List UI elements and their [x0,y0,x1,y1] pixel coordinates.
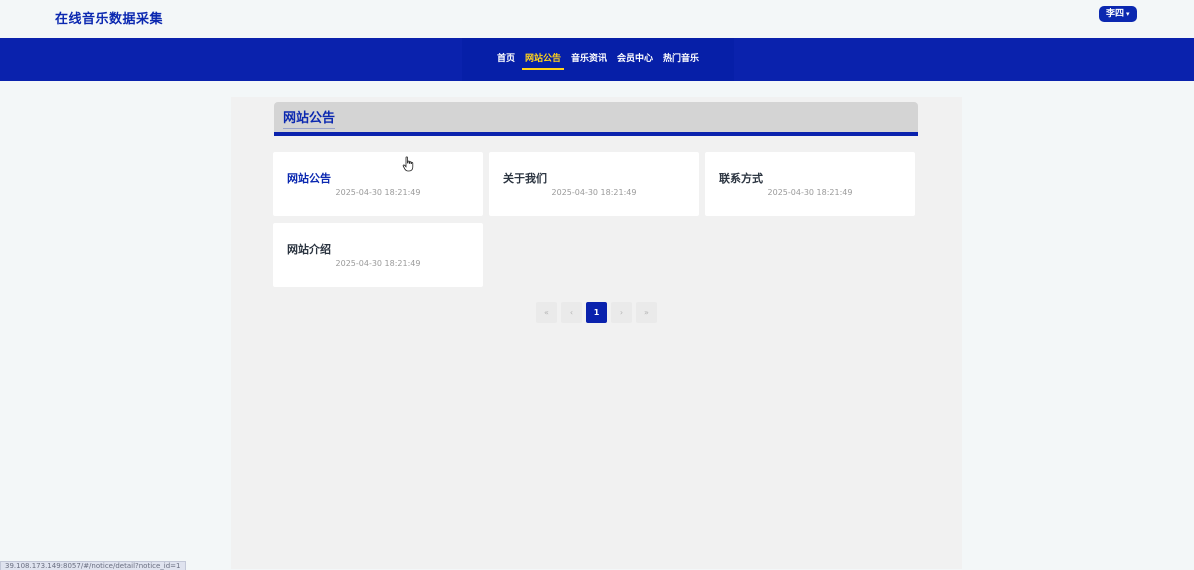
notice-date: 2025-04-30 18:21:49 [335,188,421,197]
main-navbar: 首页 网站公告 音乐资讯 会员中心 热门音乐 [0,38,1194,81]
nav-item-hot-music[interactable]: 热门音乐 [658,38,704,81]
hand-cursor-icon [402,156,414,172]
section-title: 网站公告 [283,107,336,129]
user-name: 李四 [1106,9,1125,19]
nav-item-music-news[interactable]: 音乐资讯 [566,38,612,81]
notice-card[interactable]: 网站介绍 2025-04-30 18:21:49 [273,223,483,287]
pagination: « ‹ 1 › » [536,302,657,323]
top-header: 在线音乐数据采集 李四 ▾ [0,0,1194,38]
nav-item-member-center[interactable]: 会员中心 [612,38,658,81]
notice-card[interactable]: 联系方式 2025-04-30 18:21:49 [705,152,915,216]
notice-card[interactable]: 网站公告 2025-04-30 18:21:49 [273,152,483,216]
chevron-down-icon: ▾ [1126,10,1130,18]
notice-title: 关于我们 [503,172,547,185]
next-page-button[interactable]: › [611,302,632,323]
nav-item-notices[interactable]: 网站公告 [520,38,566,81]
notice-date: 2025-04-30 18:21:49 [551,188,637,197]
first-page-button[interactable]: « [536,302,557,323]
nav-item-home[interactable]: 首页 [492,38,520,81]
nav-menu: 首页 网站公告 音乐资讯 会员中心 热门音乐 [462,38,734,81]
section-header: 网站公告 [274,102,918,136]
notice-date: 2025-04-30 18:21:49 [335,259,421,268]
user-menu-button[interactable]: 李四 ▾ [1099,6,1137,22]
site-title[interactable]: 在线音乐数据采集 [55,8,163,27]
notice-title: 联系方式 [719,172,763,185]
main-content: 网站公告 网站公告 2025-04-30 18:21:49 关于我们 2025-… [231,97,962,569]
notice-title: 网站公告 [287,172,331,185]
notice-date: 2025-04-30 18:21:49 [767,188,853,197]
prev-page-button[interactable]: ‹ [561,302,582,323]
last-page-button[interactable]: » [636,302,657,323]
notice-card[interactable]: 关于我们 2025-04-30 18:21:49 [489,152,699,216]
notice-title: 网站介绍 [287,243,331,256]
current-page-button[interactable]: 1 [586,302,607,323]
